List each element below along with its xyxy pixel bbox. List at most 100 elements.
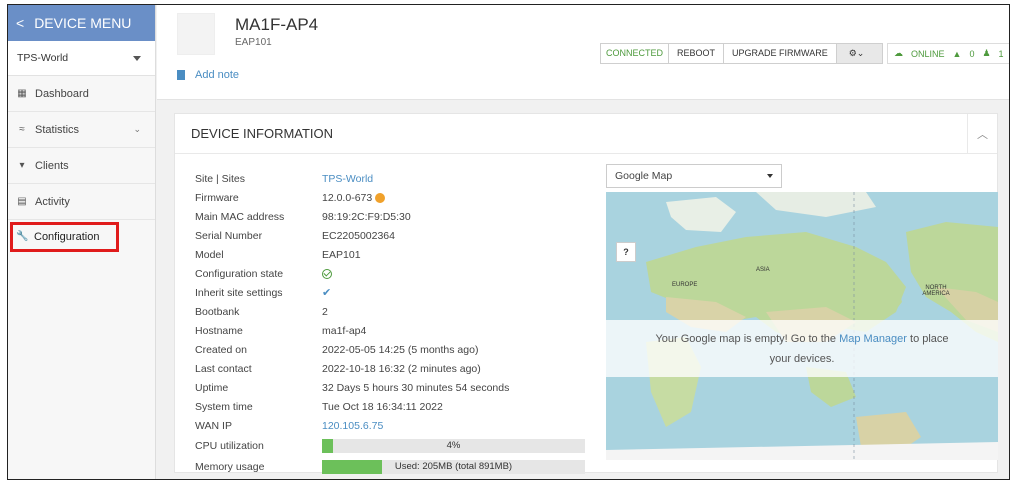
- map-label-asia: ASIA: [756, 267, 770, 273]
- collapse-button[interactable]: ︿: [967, 114, 997, 154]
- info-row-uptime: Uptime 32 Days 5 hours 30 minutes 54 seco…: [195, 378, 595, 397]
- checkmark-icon: ✔: [322, 287, 332, 299]
- info-value: ✔: [322, 286, 331, 299]
- statistics-icon: ≈: [19, 124, 25, 135]
- info-row-last-contact: Last contact 2022-10-18 16:32 (2 minutes …: [195, 359, 595, 378]
- map-empty-text-2: to place: [906, 333, 949, 345]
- site-selector-value: TPS-World: [17, 52, 69, 64]
- sidebar-item-clients[interactable]: ▾ Clients: [8, 148, 155, 184]
- back-arrow-icon[interactable]: <: [16, 15, 24, 31]
- info-label: Configuration state: [195, 267, 284, 280]
- device-menu-title: DEVICE MENU: [34, 15, 132, 31]
- info-label: Inherit site settings: [195, 286, 283, 299]
- info-label: Uptime: [195, 381, 229, 394]
- activity-icon: ▤: [17, 196, 27, 207]
- panel-header: DEVICE INFORMATION ︿: [175, 114, 997, 154]
- info-value: 98:19:2C:F9:D5:30: [322, 210, 411, 223]
- sidebar: < DEVICE MENU TPS-World ▦ Dashboard ≈ St…: [8, 5, 156, 479]
- site-selector[interactable]: TPS-World: [8, 41, 155, 76]
- online-status: ONLINE: [911, 48, 945, 59]
- memory-bar-text: Used: 205MB (total 891MB): [394, 460, 513, 472]
- question-icon: ?: [623, 247, 629, 257]
- info-value: 2022-05-05 14:25 (5 months ago): [322, 343, 479, 356]
- info-row-system-time: System time Tue Oct 18 16:34:11 2022: [195, 397, 595, 416]
- map-type-value: Google Map: [615, 170, 673, 182]
- info-row-inherit: Inherit site settings ✔: [195, 283, 595, 302]
- map-help-button[interactable]: ?: [616, 242, 636, 262]
- info-label: Last contact: [195, 362, 252, 375]
- sidebar-item-label: Configuration: [34, 230, 100, 243]
- sidebar-item-label: Dashboard: [35, 87, 89, 100]
- header-actions: CONNECTED REBOOT UPGRADE FIRMWARE ⚙⌄: [600, 43, 883, 64]
- info-value: EC2205002364: [322, 229, 395, 242]
- device-info-list: Site | Sites TPS-World Firmware 12.0.0-673…: [195, 169, 595, 477]
- info-row-config-state: Configuration state: [195, 264, 595, 283]
- info-row-cpu: CPU utilization 4%: [195, 435, 595, 456]
- site-link[interactable]: TPS-World: [322, 173, 373, 185]
- add-note-link[interactable]: Add note: [177, 69, 239, 81]
- sidebar-item-activity[interactable]: ▤ Activity: [8, 184, 155, 220]
- info-value: 2: [322, 305, 328, 318]
- wan-ip-link[interactable]: 120.105.6.75: [322, 420, 383, 432]
- info-label: System time: [195, 400, 253, 413]
- info-row-memory: Memory usage Used: 205MB (total 891MB): [195, 456, 595, 477]
- device-header: MA1F-AP4 EAP101 Add note CONNECTED REBOO…: [157, 5, 1009, 100]
- info-value: EAP101: [322, 248, 361, 261]
- info-row-mac: Main MAC address 98:19:2C:F9:D5:30: [195, 207, 595, 226]
- info-row-site: Site | Sites TPS-World: [195, 169, 595, 188]
- info-row-created: Created on 2022-05-05 14:25 (5 months ago…: [195, 340, 595, 359]
- memory-usage-bar: Used: 205MB (total 891MB): [322, 459, 585, 474]
- device-information-panel: DEVICE INFORMATION ︿ Site | Sites TPS-Wor…: [174, 113, 998, 474]
- map-empty-message: Your Google map is empty! Go to the Map …: [606, 320, 998, 377]
- app-frame: < DEVICE MENU TPS-World ▦ Dashboard ≈ St…: [7, 4, 1010, 480]
- note-icon: [177, 70, 185, 80]
- info-value: ma1f-ap4: [322, 324, 367, 337]
- map-label-europe: EUROPE: [672, 282, 698, 288]
- chevron-down-icon: [767, 174, 773, 178]
- info-label: Firmware: [195, 191, 239, 204]
- chevron-down-icon: ⌄: [133, 124, 141, 134]
- upgrade-firmware-button[interactable]: UPGRADE FIRMWARE: [724, 43, 837, 64]
- chevron-up-icon: ︿: [977, 129, 988, 141]
- sidebar-item-label: Clients: [35, 159, 69, 172]
- info-row-hostname: Hostname ma1f-ap4: [195, 321, 595, 340]
- upgrade-available-icon[interactable]: [375, 192, 386, 203]
- map-manager-link[interactable]: Map Manager: [839, 333, 907, 345]
- reboot-button[interactable]: REBOOT: [669, 43, 725, 64]
- settings-dropdown-button[interactable]: ⚙⌄: [836, 43, 883, 64]
- chevron-down-icon: [133, 55, 141, 61]
- info-label: Created on: [195, 343, 247, 356]
- sidebar-item-statistics[interactable]: ≈ Statistics ⌄: [8, 112, 155, 148]
- info-label: Memory usage: [195, 460, 265, 473]
- device-name: MA1F-AP4: [235, 15, 319, 34]
- panel-title: DEVICE INFORMATION: [191, 126, 334, 141]
- sidebar-item-dashboard[interactable]: ▦ Dashboard: [8, 76, 155, 112]
- device-status: ☁ ONLINE ▲ 0 ♟ 1: [887, 43, 1009, 64]
- sidebar-item-configuration[interactable]: 🔧 Configuration: [10, 222, 119, 252]
- cpu-bar-text: 4%: [446, 439, 461, 451]
- info-label: Model: [195, 248, 224, 261]
- info-row-model: Model EAP101: [195, 245, 595, 264]
- cpu-utilization-bar: 4%: [322, 438, 585, 453]
- map-label-north-america: NORTH AMERICA: [922, 285, 950, 297]
- firmware-version: 12.0.0-673: [322, 191, 373, 204]
- info-label: CPU utilization: [195, 439, 264, 452]
- sidebar-item-label: Activity: [35, 195, 70, 208]
- user-count: 1: [998, 48, 1004, 59]
- cloud-icon: ☁: [894, 48, 903, 58]
- map-empty-text-3: your devices.: [769, 353, 835, 365]
- alert-count: 0: [969, 48, 975, 59]
- info-row-serial: Serial Number EC2205002364: [195, 226, 595, 245]
- world-map[interactable]: EUROPE ASIA NORTH AMERICA ? Your Google …: [606, 192, 998, 460]
- wifi-icon: ▾: [19, 160, 25, 171]
- check-circle-icon: [322, 268, 332, 279]
- info-row-bootbank: Bootbank 2: [195, 302, 595, 321]
- info-row-firmware: Firmware 12.0.0-673: [195, 188, 595, 207]
- info-value: 2022-10-18 16:32 (2 minutes ago): [322, 362, 481, 375]
- info-value: 32 Days 5 hours 30 minutes 54 seconds: [322, 381, 510, 394]
- warning-icon: ▲: [952, 48, 962, 59]
- dashboard-icon: ▦: [17, 88, 27, 99]
- device-menu-header[interactable]: < DEVICE MENU: [8, 5, 155, 41]
- map-type-select[interactable]: Google Map: [606, 164, 782, 188]
- wrench-icon: 🔧: [16, 231, 29, 242]
